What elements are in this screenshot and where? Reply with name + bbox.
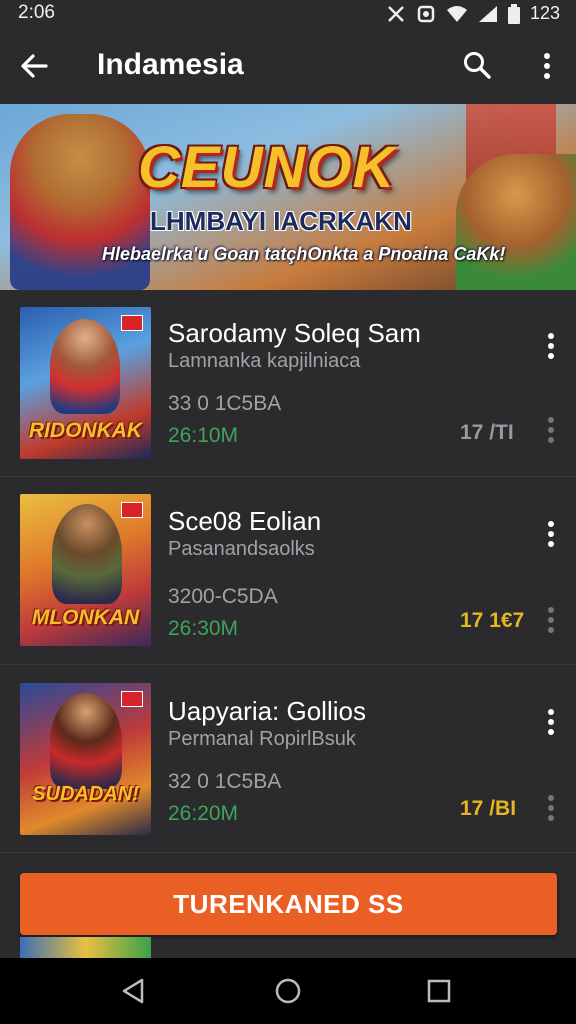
more-vert-icon[interactable]: [540, 414, 562, 446]
item-developer: Lamnanka kapjilniaca: [168, 350, 361, 372]
game-thumbnail: SUDADAN!: [20, 683, 151, 835]
nav-back-icon[interactable]: [118, 976, 148, 1006]
banner-tagline: Hlebaelrka'u Goan tatçhOnkta a Pnoaina C…: [102, 244, 506, 264]
thumbnail-character: [50, 319, 120, 414]
item-downloads: 26:20M: [168, 802, 239, 825]
signal-icon: [478, 5, 497, 22]
next-item-thumbnail-peek[interactable]: [20, 937, 151, 958]
item-rating: 17 /TI: [460, 421, 514, 444]
primary-action-label: TURENKANED SS: [173, 888, 404, 919]
more-vert-icon[interactable]: [534, 50, 560, 82]
status-bar: 2:06 123: [0, 0, 576, 28]
nfc-icon: [388, 5, 404, 22]
nav-home-icon[interactable]: [273, 976, 303, 1006]
item-size: 32 0 1C5BA: [168, 770, 282, 793]
thumbnail-badge: [121, 691, 143, 707]
nav-recents-icon[interactable]: [424, 976, 454, 1006]
arrow-left-icon[interactable]: [18, 50, 50, 82]
list-item[interactable]: MLONKAN Sce08 Eolian Pasanandsaolks 3200…: [0, 478, 576, 665]
item-size: 33 0 1C5BA: [168, 392, 282, 415]
item-rating: 17 1€7: [460, 609, 525, 632]
banner-character-right: [456, 154, 576, 290]
more-vert-icon[interactable]: [540, 706, 562, 738]
thumbnail-badge: [121, 502, 143, 518]
item-downloads: 26:30M: [168, 617, 239, 640]
item-name: Sce08 Eolian: [168, 506, 322, 536]
thumbnail-logo: SUDADAN!: [32, 783, 139, 805]
promo-banner[interactable]: CEUNOK LHMBAYI IACRKAKN Hlebaelrka'u Goa…: [0, 104, 576, 290]
more-vert-icon[interactable]: [540, 330, 562, 362]
item-name: Uapyaria: Gollios: [168, 696, 366, 726]
more-vert-icon[interactable]: [540, 518, 562, 550]
thumbnail-logo: MLONKAN: [31, 606, 140, 629]
list-item[interactable]: SUDADAN! Uapyaria: Gollios Permanal Ropi…: [0, 666, 576, 853]
status-icons: 123: [386, 3, 560, 24]
game-thumbnail: RIDONKAK: [20, 307, 151, 459]
search-icon[interactable]: [462, 50, 492, 80]
item-developer: Permanal RopirlBsuk: [168, 728, 356, 750]
item-size: 3200-C5DA: [168, 585, 278, 608]
page-title: Indamesia: [97, 48, 244, 81]
app-bar: Indamesia: [0, 28, 576, 104]
battery-icon: [507, 3, 520, 24]
thumbnail-badge: [121, 315, 143, 331]
list-item[interactable]: RIDONKAK Sarodamy Soleq Sam Lamnanka kap…: [0, 290, 576, 477]
item-rating: 17 /BI: [460, 797, 517, 820]
system-nav-bar: [0, 958, 576, 1024]
item-downloads: 26:10M: [168, 424, 239, 447]
banner-subtitle: LHMBAYI IACRKAKN: [150, 206, 412, 236]
status-time: 2:06: [18, 2, 55, 23]
more-vert-icon[interactable]: [540, 792, 562, 824]
banner-title: CEUNOK: [138, 135, 396, 200]
more-vert-icon[interactable]: [540, 604, 562, 636]
thumbnail-character: [52, 504, 122, 604]
thumbnail-character: [50, 693, 122, 789]
notification-icon: [417, 5, 435, 22]
wifi-icon: [446, 5, 467, 22]
item-name: Sarodamy Soleq Sam: [168, 318, 421, 348]
item-developer: Pasanandsaolks: [168, 538, 315, 560]
game-thumbnail: MLONKAN: [20, 494, 151, 646]
primary-action-button[interactable]: TURENKANED SS: [20, 873, 557, 935]
thumbnail-logo: RIDONKAK: [28, 419, 143, 442]
battery-level: 123: [529, 3, 560, 23]
